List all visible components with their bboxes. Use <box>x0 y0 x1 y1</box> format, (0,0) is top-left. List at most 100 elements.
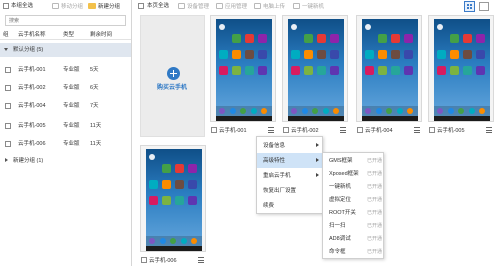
app-icon[interactable] <box>404 50 413 59</box>
phone-checkbox[interactable] <box>283 127 289 133</box>
menu-item-device-info[interactable]: 设备信息 <box>257 138 323 153</box>
app-icon[interactable] <box>437 50 446 59</box>
phone-checkbox[interactable] <box>211 127 217 133</box>
app-icon[interactable] <box>330 66 339 75</box>
app-icon[interactable] <box>437 66 446 75</box>
dock-app-icon[interactable] <box>191 238 197 244</box>
dock-app-icon[interactable] <box>479 108 485 114</box>
phone-card[interactable] <box>140 145 206 252</box>
app-icon[interactable] <box>232 34 241 43</box>
app-icon[interactable] <box>162 196 171 205</box>
app-icon[interactable] <box>330 50 339 59</box>
dock-app-icon[interactable] <box>149 238 155 244</box>
app-icon[interactable] <box>476 50 485 59</box>
app-icon[interactable] <box>317 34 326 43</box>
app-icon[interactable] <box>450 34 459 43</box>
dock-app-icon[interactable] <box>322 108 329 114</box>
dock-app-icon[interactable] <box>301 108 308 114</box>
app-icon[interactable] <box>378 50 387 59</box>
table-row[interactable]: 云手机-004 专业版 7天 <box>0 97 131 115</box>
dock-app-icon[interactable] <box>447 108 454 114</box>
dock-app-icon[interactable] <box>365 108 371 114</box>
dock-app-icon[interactable] <box>261 108 267 114</box>
dock-app-icon[interactable] <box>396 108 403 114</box>
select-group-checkbox[interactable] <box>3 3 9 9</box>
dock-app-icon[interactable] <box>159 238 166 244</box>
phone-card[interactable] <box>282 15 348 122</box>
dock-app-icon[interactable] <box>407 108 413 114</box>
app-icon[interactable] <box>404 66 413 75</box>
phone-card[interactable] <box>428 15 494 122</box>
submenu-item[interactable]: 一键新机 已开通 <box>323 180 383 193</box>
app-icon[interactable] <box>149 180 158 189</box>
table-row[interactable]: 云手机-005 专业版 11天 <box>0 117 131 135</box>
submenu-item[interactable]: 扫一扫 已开通 <box>323 219 383 232</box>
new-group-button[interactable]: 新建分组 <box>88 1 120 11</box>
menu-item-restart[interactable]: 重启云手机 <box>257 168 323 183</box>
dock-app-icon[interactable] <box>468 108 475 114</box>
app-icon[interactable] <box>162 164 171 173</box>
table-row[interactable]: 云手机-006 专业版 11天 <box>0 135 131 153</box>
menu-icon[interactable] <box>340 127 346 133</box>
dock-app-icon[interactable] <box>458 108 464 114</box>
app-icon[interactable] <box>304 66 313 75</box>
app-icon[interactable] <box>175 164 184 173</box>
phone-screen[interactable] <box>362 19 418 116</box>
group-row-new[interactable]: 新建分组 (1) <box>0 154 131 168</box>
table-row[interactable]: 云手机-002 专业版 6天 <box>0 79 131 97</box>
phone-checkbox[interactable] <box>357 127 363 133</box>
dock-app-icon[interactable] <box>240 108 246 114</box>
row-checkbox[interactable] <box>5 67 11 73</box>
dock-app-icon[interactable] <box>386 108 392 114</box>
app-icon[interactable] <box>245 34 254 43</box>
app-icon[interactable] <box>450 50 459 59</box>
app-icon[interactable] <box>232 50 241 59</box>
submenu-item[interactable]: 命令框 已开通 <box>323 245 383 258</box>
app-icon[interactable] <box>245 66 254 75</box>
app-icon[interactable] <box>391 34 400 43</box>
device-manage-button[interactable]: 设备管理 <box>178 1 209 11</box>
select-page-checkbox[interactable] <box>138 3 144 9</box>
phone-screen[interactable] <box>146 149 202 246</box>
phone-screen[interactable] <box>288 19 344 116</box>
table-row[interactable]: 云手机-001 专业版 5天 <box>0 61 131 79</box>
list-view-icon[interactable] <box>479 2 489 11</box>
app-icon[interactable] <box>476 66 485 75</box>
app-icon[interactable] <box>175 180 184 189</box>
dock-app-icon[interactable] <box>333 108 339 114</box>
phone-screen[interactable] <box>434 19 490 116</box>
group-row-default[interactable]: 默认分组 (5) <box>0 43 131 57</box>
submenu-item[interactable]: 虚拟定位 已开通 <box>323 193 383 206</box>
menu-icon[interactable] <box>268 127 274 133</box>
dock-app-icon[interactable] <box>250 108 257 114</box>
move-group-button[interactable]: 移动分组 <box>52 1 83 11</box>
app-icon[interactable] <box>463 50 472 59</box>
menu-icon[interactable] <box>414 127 420 133</box>
app-icon[interactable] <box>245 50 254 59</box>
app-icon[interactable] <box>291 50 300 59</box>
submenu-item[interactable]: GMS框架 已开通 <box>323 154 383 167</box>
buy-phone-card[interactable]: 购买云手机 <box>140 15 205 137</box>
app-icon[interactable] <box>188 164 197 173</box>
row-checkbox[interactable] <box>5 123 11 129</box>
row-checkbox[interactable] <box>5 141 11 147</box>
app-icon[interactable] <box>304 34 313 43</box>
app-icon[interactable] <box>258 50 267 59</box>
dock-app-icon[interactable] <box>312 108 318 114</box>
app-icon[interactable] <box>404 34 413 43</box>
grid-view-icon[interactable] <box>464 1 475 12</box>
menu-item-advanced[interactable]: 高级特性 <box>257 153 323 168</box>
app-icon[interactable] <box>378 34 387 43</box>
phone-checkbox[interactable] <box>429 127 435 133</box>
dock-app-icon[interactable] <box>437 108 443 114</box>
app-icon[interactable] <box>219 50 228 59</box>
app-icon[interactable] <box>219 66 228 75</box>
phone-card[interactable] <box>356 15 422 122</box>
app-icon[interactable] <box>162 180 171 189</box>
app-icon[interactable] <box>391 66 400 75</box>
app-icon[interactable] <box>175 196 184 205</box>
app-icon[interactable] <box>232 66 241 75</box>
row-checkbox[interactable] <box>5 103 11 109</box>
menu-item-factory-reset[interactable]: 恢复出厂设置 <box>257 183 323 198</box>
app-icon[interactable] <box>304 50 313 59</box>
